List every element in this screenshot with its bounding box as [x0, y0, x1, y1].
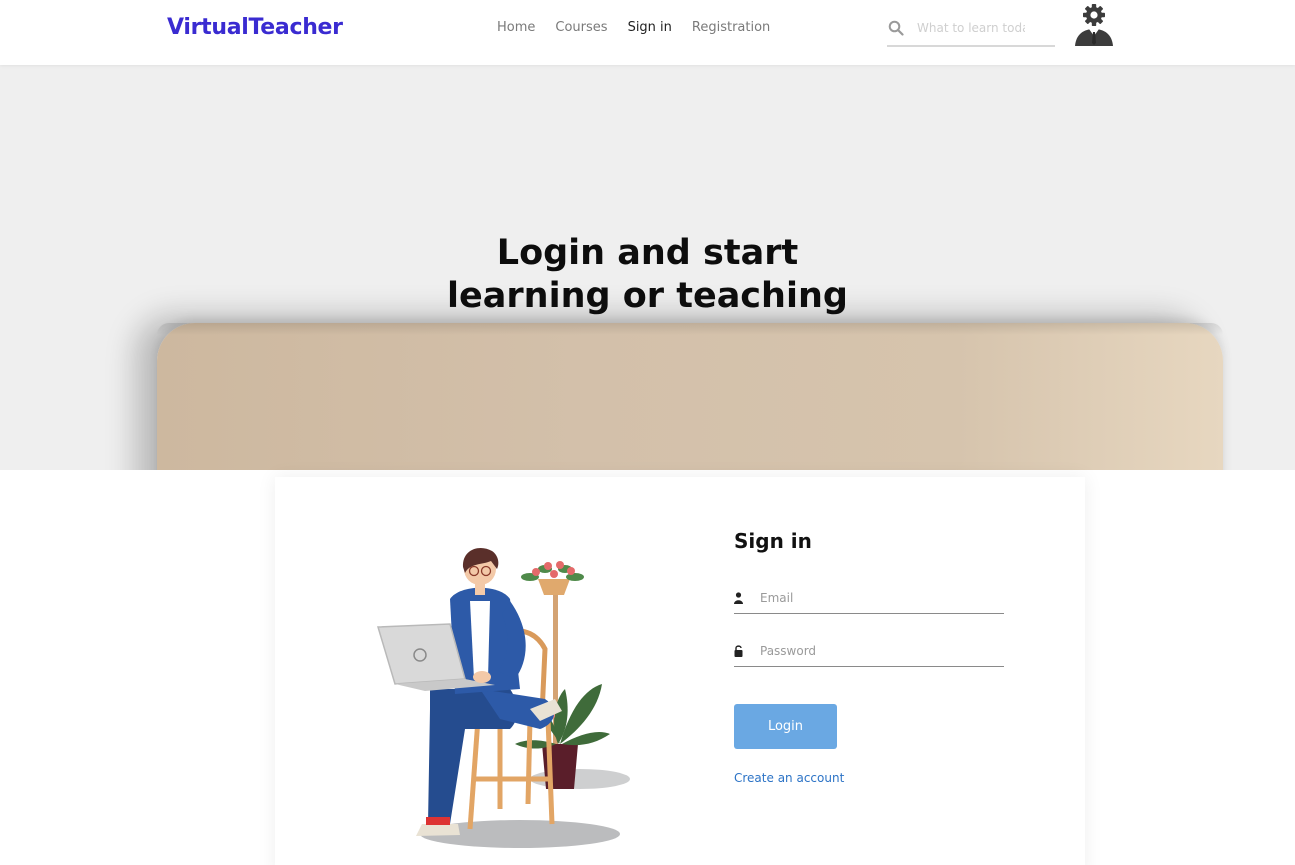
top-navbar: VirtualTeacher Home Courses Sign in Regi…	[0, 0, 1295, 65]
person-with-laptop-illustration	[377, 547, 630, 848]
search-input[interactable]	[917, 18, 1025, 38]
hero-title-line-2: learning or teaching	[447, 276, 848, 316]
brand-logo[interactable]: VirtualTeacher	[167, 15, 343, 40]
signin-title: Sign in	[734, 529, 812, 553]
email-input[interactable]	[760, 588, 1000, 608]
hero-banner: Login and start learning or teaching	[0, 65, 1295, 470]
password-input[interactable]	[760, 641, 1000, 661]
password-field	[734, 637, 1004, 667]
search-icon[interactable]	[888, 20, 904, 36]
nav-registration[interactable]: Registration	[692, 20, 770, 35]
lock-icon	[734, 645, 743, 657]
user-settings-avatar-icon[interactable]	[1073, 3, 1115, 47]
nav-sign-in[interactable]: Sign in	[628, 20, 672, 35]
nav-courses[interactable]: Courses	[555, 20, 607, 35]
signin-card: Sign in Login Create an account	[275, 477, 1085, 865]
search-box	[887, 12, 1055, 47]
hero-title: Login and start learning or teaching	[0, 232, 1295, 318]
main-nav: Home Courses Sign in Registration	[497, 20, 790, 35]
hero-laptop-image	[157, 323, 1223, 470]
user-icon	[734, 592, 743, 604]
login-button[interactable]: Login	[734, 704, 837, 749]
email-field	[734, 584, 1004, 614]
create-account-link[interactable]: Create an account	[734, 771, 844, 785]
hero-title-line-1: Login and start	[496, 233, 799, 273]
nav-home[interactable]: Home	[497, 20, 535, 35]
